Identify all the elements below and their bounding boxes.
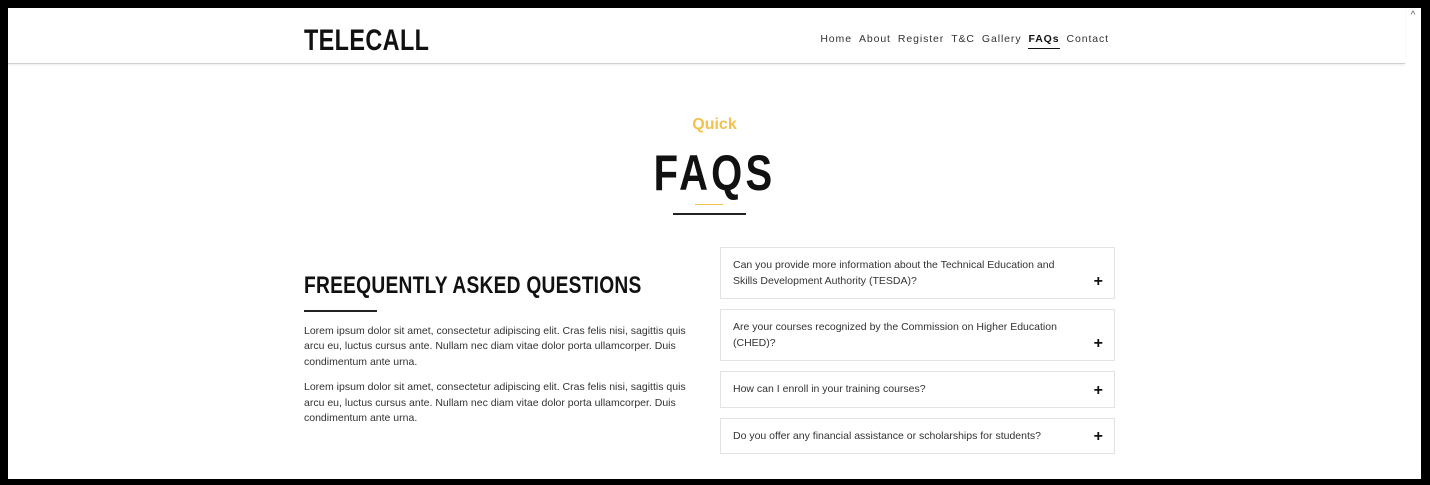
nav-register[interactable]: Register	[898, 33, 944, 49]
page-frame: ^ TELECALL Home About Register T&C Galle…	[8, 8, 1421, 479]
scroll-up-arrow-icon[interactable]: ^	[1407, 10, 1419, 22]
faq-question: Do you offer any financial assistance or…	[733, 429, 1041, 442]
faq-question: Are your courses recognized by the Commi…	[733, 321, 1057, 349]
title-divider	[673, 213, 746, 215]
title-accent-line	[695, 204, 723, 205]
main-nav: Home About Register T&C Gallery FAQs Con…	[813, 33, 1109, 49]
expand-plus-icon[interactable]: +	[1094, 336, 1103, 352]
faq-item-enroll[interactable]: How can I enroll in your training course…	[720, 371, 1115, 408]
nav-about[interactable]: About	[859, 33, 891, 49]
expand-plus-icon[interactable]: +	[1094, 274, 1103, 290]
faq-item-tesda[interactable]: Can you provide more information about t…	[720, 247, 1115, 299]
intro-paragraph: Lorem ipsum dolor sit amet, consectetur …	[304, 381, 686, 424]
nav-home[interactable]: Home	[820, 33, 852, 49]
section-kicker: Quick	[692, 116, 737, 133]
intro-divider	[304, 310, 377, 312]
faq-intro: FREEQUENTLY ASKED QUESTIONS Lorem ipsum …	[304, 268, 704, 437]
intro-paragraph: Lorem ipsum dolor sit amet, consectetur …	[304, 324, 686, 368]
site-header: TELECALL Home About Register T&C Gallery…	[8, 8, 1405, 64]
nav-contact[interactable]: Contact	[1067, 33, 1110, 49]
faq-accordion: Can you provide more information about t…	[720, 247, 1115, 464]
brand-logo[interactable]: TELECALL	[304, 24, 429, 58]
expand-plus-icon[interactable]: +	[1094, 429, 1103, 445]
expand-plus-icon[interactable]: +	[1094, 382, 1103, 398]
nav-gallery[interactable]: Gallery	[982, 33, 1022, 49]
faq-item-financial-aid[interactable]: Do you offer any financial assistance or…	[720, 417, 1115, 454]
intro-heading: FREEQUENTLY ASKED QUESTIONS	[304, 272, 642, 299]
faq-item-ched[interactable]: Are your courses recognized by the Commi…	[720, 309, 1115, 361]
faq-question: Can you provide more information about t…	[733, 259, 1055, 287]
nav-faqs[interactable]: FAQs	[1028, 33, 1060, 49]
section-title: FAQS	[653, 145, 776, 201]
nav-tc[interactable]: T&C	[951, 33, 975, 49]
faq-question: How can I enroll in your training course…	[733, 383, 926, 395]
